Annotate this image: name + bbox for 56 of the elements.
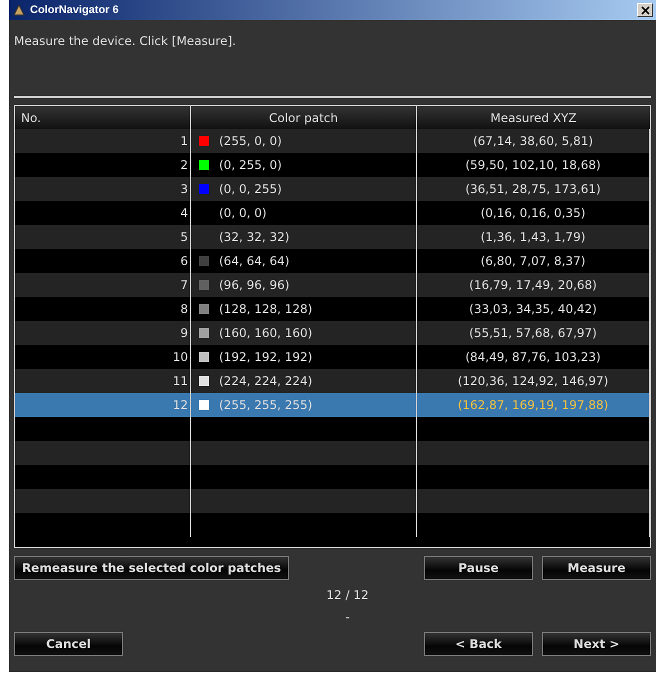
row-number: 8	[180, 302, 188, 316]
measure-button[interactable]: Measure	[542, 556, 651, 580]
patch-value: (255, 255, 255)	[219, 398, 312, 412]
table-row[interactable]: 9 (160, 160, 160) (55,51, 57,68, 67,97)	[15, 321, 650, 345]
patch-value: (32, 32, 32)	[219, 230, 290, 244]
row-number: 6	[180, 254, 188, 268]
patch-value: (224, 224, 224)	[219, 374, 312, 388]
xyz-value: (120,36, 124,92, 146,97)	[458, 374, 608, 388]
status-text: -	[344, 610, 351, 624]
close-button[interactable]	[637, 3, 653, 17]
instruction-text: Measure the device. Click [Measure].	[14, 34, 237, 50]
back-button[interactable]: < Back	[424, 632, 533, 656]
patch-value: (96, 96, 96)	[219, 278, 290, 292]
row-number: 9	[180, 326, 188, 340]
xyz-value: (59,50, 102,10, 18,68)	[465, 158, 601, 172]
patch-value: (0, 0, 255)	[219, 182, 282, 196]
patch-value: (192, 192, 192)	[219, 350, 312, 364]
patch-value: (64, 64, 64)	[219, 254, 290, 268]
xyz-value: (16,79, 17,49, 20,68)	[469, 278, 597, 292]
xyz-value: (33,03, 34,35, 40,42)	[469, 302, 597, 316]
cancel-button[interactable]: Cancel	[14, 632, 123, 656]
patch-value: (0, 255, 0)	[219, 158, 282, 172]
table-row[interactable]: 1 (255, 0, 0) (67,14, 38,60, 5,81)	[15, 129, 650, 153]
xyz-value: (84,49, 87,76, 103,23)	[465, 350, 601, 364]
xyz-value: (36,51, 28,75, 173,61)	[465, 182, 601, 196]
row-number: 3	[180, 182, 188, 196]
patch-value: (160, 160, 160)	[219, 326, 312, 340]
row-number: 2	[180, 158, 188, 172]
row-number: 10	[172, 350, 188, 364]
xyz-value: (0,16, 0,16, 0,35)	[480, 206, 586, 220]
remeasure-button[interactable]: Remeasure the selected color patches	[14, 556, 289, 580]
xyz-value: (55,51, 57,68, 67,97)	[469, 326, 597, 340]
xyz-value: (67,14, 38,60, 5,81)	[472, 134, 594, 148]
patch-value: (0, 0, 0)	[219, 206, 267, 220]
row-number: 12	[172, 398, 188, 412]
pause-button[interactable]: Pause	[424, 556, 533, 580]
close-icon	[640, 6, 650, 14]
row-number: 1	[180, 134, 188, 148]
table-row[interactable]: 7 (96, 96, 96) (16,79, 17,49, 20,68)	[15, 273, 650, 297]
table-row[interactable]: 3 (0, 0, 255) (36,51, 28,75, 173,61)	[15, 177, 650, 201]
row-number: 4	[180, 206, 188, 220]
table-row[interactable]: 11 (224, 224, 224) (120,36, 124,92, 146,97)	[15, 369, 650, 393]
xyz-value: (6,80, 7,07, 8,37)	[480, 254, 586, 268]
patch-value: (255, 0, 0)	[219, 134, 282, 148]
row-number: 5	[180, 230, 188, 244]
patch-value: (128, 128, 128)	[219, 302, 312, 316]
window-title: ColorNavigator 6	[30, 4, 120, 16]
table-row[interactable]: 5 (32, 32, 32) (1,36, 1,43, 1,79)	[15, 225, 650, 249]
column-header[interactable]: Measured XYZ	[417, 106, 650, 129]
xyz-value: (162,87, 169,19, 197,88)	[458, 398, 608, 412]
progress-text: 12 / 12	[325, 588, 370, 602]
row-number: 11	[172, 374, 188, 388]
app-icon	[12, 3, 26, 17]
xyz-value: (1,36, 1,43, 1,79)	[480, 230, 586, 244]
row-number: 7	[180, 278, 188, 292]
next-button[interactable]: Next >	[542, 632, 651, 656]
